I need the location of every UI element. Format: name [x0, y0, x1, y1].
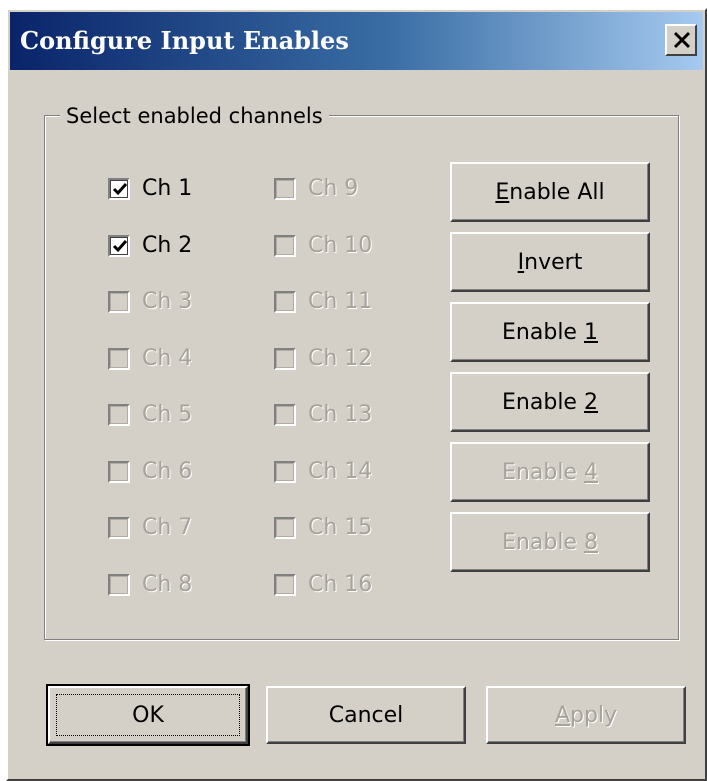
checkbox-box[interactable] — [274, 573, 296, 596]
enable-all-button[interactable]: Enable All — [450, 162, 650, 222]
channel-label: Ch 8 — [142, 571, 193, 597]
enable-1-button[interactable]: Enable 1 — [450, 302, 650, 362]
channel-label: Ch 5 — [142, 402, 193, 427]
cancel-button-label: Cancel — [328, 702, 404, 728]
checkbox-box[interactable] — [108, 517, 130, 539]
checkbox-box[interactable] — [274, 234, 296, 257]
checkbox-box[interactable] — [108, 178, 130, 200]
focus-rectangle — [56, 694, 240, 736]
channel-label: Ch 6 — [142, 458, 193, 484]
channel-label: Ch 10 — [308, 232, 373, 258]
checkbox-box[interactable] — [274, 291, 296, 313]
checkbox-box[interactable] — [274, 178, 296, 200]
title-bar[interactable]: Configure Input Enables — [10, 12, 703, 70]
checkbox-box[interactable] — [108, 347, 130, 370]
checkbox-box[interactable] — [274, 517, 296, 539]
enable-2-button[interactable]: Enable 2 — [450, 372, 650, 432]
invert-button[interactable]: Invert — [450, 232, 650, 292]
checkbox-box[interactable] — [108, 573, 130, 596]
button-label: Enable 4 — [502, 459, 598, 485]
checkmark-icon — [112, 183, 128, 196]
close-button[interactable] — [665, 24, 697, 56]
checkbox-box[interactable] — [108, 460, 130, 483]
channel-label: Ch 7 — [142, 515, 193, 540]
button-label: Enable 2 — [502, 389, 598, 415]
dialog-title: Configure Input Enables — [20, 26, 349, 55]
channel-label: Ch 12 — [308, 345, 373, 371]
channel-label: Ch 1 — [142, 176, 193, 201]
checkbox-box[interactable] — [108, 291, 130, 313]
button-label: Enable 1 — [502, 319, 598, 345]
channel-label: Ch 4 — [142, 345, 193, 371]
button-label: Enable 8 — [502, 529, 598, 555]
checkbox-box[interactable] — [274, 460, 296, 483]
button-label: Invert — [517, 249, 583, 275]
checkbox-box[interactable] — [274, 404, 296, 426]
checkmark-icon — [112, 239, 128, 252]
configure-input-enables-dialog: Configure Input Enables Select enabled c… — [6, 8, 707, 781]
checkbox-box[interactable] — [274, 347, 296, 370]
channel-label: Ch 16 — [308, 571, 373, 597]
groupbox-label: Select enabled channels — [60, 104, 329, 128]
checkbox-box[interactable] — [108, 404, 130, 426]
channel-label: Ch 14 — [308, 458, 373, 484]
ok-button[interactable]: OK — [46, 684, 250, 746]
channel-label: Ch 3 — [142, 289, 193, 314]
close-icon — [673, 31, 691, 49]
enable-4-button[interactable]: Enable 4 — [450, 442, 650, 502]
checkbox-box[interactable] — [108, 234, 130, 257]
apply-button-label: Apply — [554, 702, 618, 728]
channel-label: Ch 9 — [308, 176, 359, 201]
apply-button[interactable]: Apply — [486, 686, 686, 744]
channel-label: Ch 11 — [308, 289, 373, 314]
channel-label: Ch 2 — [142, 232, 193, 258]
cancel-button[interactable]: Cancel — [266, 686, 466, 744]
button-label: Enable All — [495, 179, 605, 205]
enable-8-button[interactable]: Enable 8 — [450, 512, 650, 572]
channel-label: Ch 13 — [308, 402, 373, 427]
channel-label: Ch 15 — [308, 515, 373, 540]
